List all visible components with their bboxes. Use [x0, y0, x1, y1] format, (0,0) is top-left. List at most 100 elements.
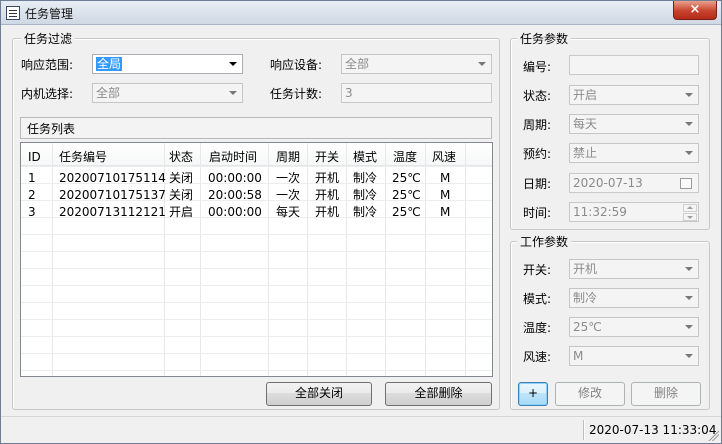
- column-header-status[interactable]: 状态: [169, 150, 193, 164]
- table-cell: 00:00:00: [208, 205, 262, 219]
- temperature-select-value: 25℃: [573, 320, 602, 334]
- column-header-temperature[interactable]: 温度: [393, 150, 417, 164]
- table-cell: 25℃: [392, 188, 421, 202]
- table-cell: 关闭: [169, 188, 194, 202]
- table-cell: 制冷: [353, 188, 378, 202]
- row-divider: [21, 336, 492, 337]
- table-cell: 关闭: [169, 171, 194, 185]
- chevron-down-icon: [682, 88, 696, 102]
- fan-speed-label: 风速:: [523, 350, 552, 364]
- fan-speed-select-value: M: [573, 349, 584, 363]
- column-header-fan-speed[interactable]: 风速: [432, 150, 456, 164]
- unit-select-value: 全部: [96, 86, 121, 100]
- cycle-label: 周期:: [523, 118, 552, 132]
- column-divider: [465, 143, 466, 376]
- table-cell: 开机: [315, 171, 340, 185]
- row-divider: [21, 268, 492, 269]
- switch-select-value: 开机: [573, 262, 598, 276]
- status-select-value: 开启: [573, 88, 598, 102]
- temperature-label: 温度:: [523, 321, 552, 335]
- switch-label: 开关:: [523, 263, 552, 277]
- task-management-window: 任务管理 × 任务过滤 响应范围: 全局 响应设备: 全部 内机选择: 全部 任…: [0, 0, 722, 444]
- column-header-mode[interactable]: 模式: [353, 150, 377, 164]
- column-header-cycle[interactable]: 周期: [276, 150, 300, 164]
- spin-down-icon[interactable]: [683, 213, 697, 221]
- delete-all-button[interactable]: 全部删除: [385, 382, 492, 406]
- table-cell: M: [440, 171, 451, 185]
- chevron-down-icon: [682, 349, 696, 363]
- time-spinner[interactable]: 11:32:59: [569, 202, 699, 222]
- scope-select[interactable]: 全局: [92, 54, 243, 74]
- column-divider: [385, 143, 386, 376]
- task-params-title: 任务参数: [517, 32, 572, 46]
- status-datetime: 2020-07-13 11:33:04: [589, 423, 717, 437]
- unit-select[interactable]: 全部: [92, 83, 243, 103]
- chevron-down-icon: [226, 86, 240, 100]
- work-params-title: 工作参数: [517, 235, 572, 249]
- status-separator: [583, 420, 584, 440]
- window-title: 任务管理: [25, 7, 74, 21]
- row-divider: [21, 234, 492, 235]
- column-divider: [268, 143, 269, 376]
- switch-select[interactable]: 开机: [569, 259, 699, 279]
- cycle-select[interactable]: 每天: [569, 114, 699, 134]
- task-list-header-panel: [20, 117, 492, 139]
- modify-button[interactable]: 修改: [555, 382, 625, 406]
- close-button[interactable]: ×: [673, 1, 717, 20]
- unit-label: 内机选择:: [21, 87, 74, 101]
- table-cell: 20200710175114: [59, 171, 166, 185]
- date-value: 2020-07-13: [573, 176, 643, 190]
- title-bar[interactable]: 任务管理 ×: [1, 1, 721, 25]
- table-cell: 一次: [276, 188, 301, 202]
- close-all-button[interactable]: 全部关闭: [266, 382, 372, 406]
- column-divider: [52, 143, 53, 376]
- table-cell: 每天: [276, 205, 301, 219]
- column-header-task-number[interactable]: 任务编号: [59, 150, 107, 164]
- date-label: 日期:: [523, 177, 552, 191]
- spin-up-icon[interactable]: [683, 204, 697, 212]
- status-select[interactable]: 开启: [569, 85, 699, 105]
- chevron-down-icon: [226, 57, 240, 71]
- cycle-select-value: 每天: [573, 117, 598, 131]
- column-divider: [307, 143, 308, 376]
- add-button[interactable]: +: [518, 382, 548, 406]
- chevron-down-icon: [682, 146, 696, 160]
- chevron-down-icon: [682, 291, 696, 305]
- table-cell: 开机: [315, 205, 340, 219]
- chevron-down-icon: [475, 57, 489, 71]
- column-header-id[interactable]: ID: [28, 150, 41, 164]
- calendar-icon[interactable]: [680, 178, 692, 189]
- table-cell: 一次: [276, 171, 301, 185]
- number-field[interactable]: [569, 55, 699, 75]
- count-field[interactable]: 3: [341, 83, 492, 103]
- table-cell: 20200713112121: [59, 205, 166, 219]
- chevron-down-icon: [682, 262, 696, 276]
- date-picker[interactable]: 2020-07-13: [569, 173, 699, 193]
- resize-grip-icon[interactable]: [707, 429, 719, 441]
- device-select[interactable]: 全部: [341, 54, 492, 74]
- number-label: 编号:: [523, 60, 552, 74]
- mode-label: 模式:: [523, 292, 552, 306]
- delete-button[interactable]: 删除: [631, 382, 701, 406]
- fan-speed-select[interactable]: M: [569, 346, 699, 366]
- device-select-value: 全部: [345, 57, 370, 71]
- table-cell: 00:00:00: [208, 171, 262, 185]
- task-list-table[interactable]: ID 任务编号 状态 启动时间 周期 开关 模式 温度 风速 1 2020071…: [20, 142, 493, 377]
- chevron-down-icon: [682, 117, 696, 131]
- row-divider: [21, 166, 492, 167]
- count-value: 3: [345, 86, 353, 100]
- table-cell: 20:00:58: [208, 188, 262, 202]
- table-cell: 25℃: [392, 171, 421, 185]
- table-cell: 制冷: [353, 205, 378, 219]
- mode-select[interactable]: 制冷: [569, 288, 699, 308]
- row-divider: [21, 285, 492, 286]
- column-header-start-time[interactable]: 启动时间: [209, 150, 257, 164]
- column-header-switch[interactable]: 开关: [315, 150, 339, 164]
- booking-select[interactable]: 禁止: [569, 143, 699, 163]
- table-cell: 2: [28, 188, 36, 202]
- temperature-select[interactable]: 25℃: [569, 317, 699, 337]
- filter-group-title: 任务过滤: [21, 32, 76, 46]
- table-cell: 开机: [315, 188, 340, 202]
- table-cell: 1: [28, 171, 36, 185]
- count-label: 任务计数:: [270, 87, 323, 101]
